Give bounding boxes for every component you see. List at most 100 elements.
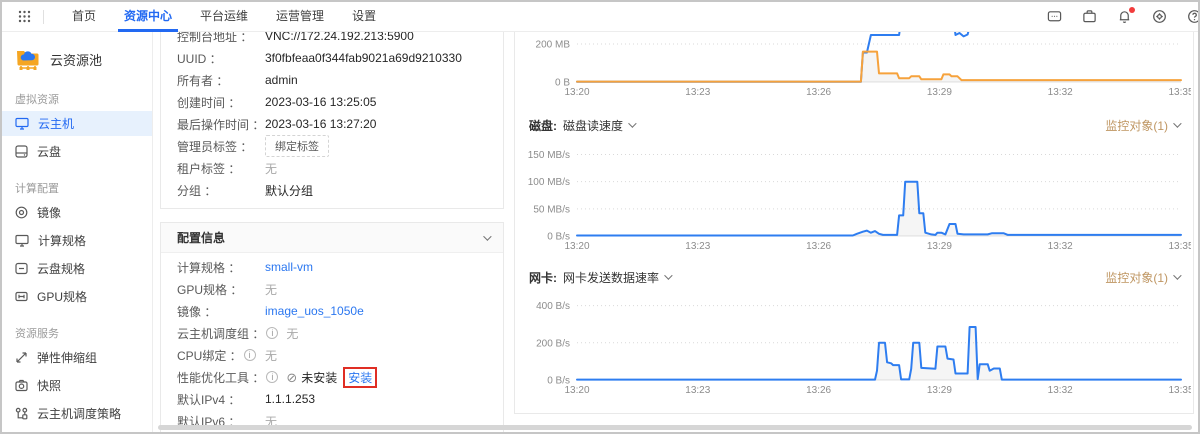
- svg-text:13:26: 13:26: [806, 87, 831, 98]
- uuid-value: 3f0fbfeaa0f344fab9021a69d9210330: [265, 51, 462, 65]
- sidebar-section-virtual-resources: 虚拟资源: [15, 91, 152, 107]
- sidebar-item-disk-spec[interactable]: 云盘规格: [2, 256, 152, 281]
- sidebar-item-snapshot[interactable]: 快照: [2, 373, 152, 398]
- image-link[interactable]: image_uos_1050e: [265, 304, 364, 318]
- config-row-sched-group: 云主机调度组 ：i 无: [161, 322, 503, 344]
- not-installed-icon: ⊘: [286, 371, 297, 384]
- sidebar-item-label: GPU规格: [37, 288, 87, 305]
- install-link[interactable]: 安装: [343, 367, 377, 388]
- monitor-icon: [15, 234, 29, 247]
- sidebar-item-auto-scaling-group[interactable]: 弹性伸缩组: [2, 345, 152, 370]
- sidebar-logo: 云资源池: [2, 32, 152, 75]
- sidebar-title: 云资源池: [50, 50, 102, 69]
- bind-tag-button[interactable]: 绑定标签: [265, 135, 329, 157]
- monitor-objects-label: 监控对象(1): [1105, 269, 1168, 286]
- policy-nodes-icon: [15, 407, 28, 420]
- nic-metric-dropdown[interactable]: 网卡发送数据速率: [563, 269, 670, 286]
- disk-read-speed-chart: 0 B/s50 MB/s100 MB/s150 MB/s13:2013:2313…: [515, 148, 1191, 254]
- nav-item-platform-ops[interactable]: 平台运维: [186, 2, 262, 32]
- sidebar-item-compute-spec[interactable]: 计算规格: [2, 228, 152, 253]
- bell-icon[interactable]: [1116, 9, 1132, 25]
- row-label: CPU绑定 ：: [177, 347, 242, 364]
- svg-text:50 MB/s: 50 MB/s: [533, 204, 570, 215]
- help-icon[interactable]: [1186, 9, 1200, 25]
- detail-row-owner: 所有者 ：admin: [161, 69, 503, 91]
- svg-text:13:32: 13:32: [1048, 385, 1073, 396]
- row-label: 租户标签 ：: [177, 160, 265, 177]
- sidebar-item-gpu-spec[interactable]: GPU规格: [2, 284, 152, 309]
- camera-icon: [15, 379, 28, 392]
- row-label: 镜像 ：: [177, 303, 265, 320]
- config-row-perf-tool: 性能优化工具 ：i ⊘ 未安装 安装: [161, 366, 503, 388]
- row-label: 计算规格 ：: [177, 259, 265, 276]
- info-icon[interactable]: i: [244, 349, 256, 361]
- sidebar-item-label: 云主机调度策略: [37, 405, 121, 422]
- tenant-tag-value: 无: [265, 160, 277, 177]
- detail-row-uuid: UUID ：3f0fbfeaa0f344fab9021a69d9210330: [161, 47, 503, 69]
- sidebar-item-cloud-disk[interactable]: 云盘: [2, 139, 152, 164]
- horizontal-scrollbar[interactable]: [158, 425, 1192, 430]
- sidebar-item-label: 弹性伸缩组: [37, 349, 97, 366]
- chevron-down-icon: [1173, 119, 1181, 127]
- nav-item-operation-mgmt[interactable]: 运营管理: [262, 2, 338, 32]
- config-card-header[interactable]: 配置信息: [161, 223, 503, 253]
- row-label: 默认IPv4 ：: [177, 391, 265, 408]
- svg-text:13:29: 13:29: [927, 241, 952, 252]
- disk-metric-label: 磁盘读速度: [563, 117, 623, 134]
- compute-spec-link[interactable]: small-vm: [265, 260, 313, 274]
- svg-text:400 B/s: 400 B/s: [536, 301, 570, 312]
- svg-text:13:32: 13:32: [1048, 241, 1073, 252]
- svg-text:13:26: 13:26: [806, 385, 831, 396]
- config-row-gpu-spec: GPU规格 ：无: [161, 278, 503, 300]
- monitor-icon: [15, 117, 29, 130]
- briefcase-icon[interactable]: [1081, 9, 1097, 25]
- sidebar-item-label: 云盘: [37, 143, 61, 160]
- group-value: 默认分组: [265, 182, 313, 199]
- memory-traffic-chart: 0 B200 MB13:2013:2313:2613:2913:3213:35: [515, 32, 1191, 100]
- image-icon: [15, 206, 28, 219]
- nav-item-home[interactable]: 首页: [58, 2, 110, 32]
- config-info-card: 配置信息 计算规格 ：small-vm GPU规格 ：无 镜像 ：image_u…: [160, 222, 504, 434]
- nav-item-settings[interactable]: 设置: [338, 2, 390, 32]
- topbar-divider: [43, 10, 44, 24]
- svg-text:150 MB/s: 150 MB/s: [528, 150, 570, 161]
- info-icon[interactable]: i: [266, 371, 278, 383]
- sidebar-item-label: 镜像: [37, 204, 61, 221]
- disk-monitor-objects-dropdown[interactable]: 监控对象(1): [1105, 117, 1179, 134]
- message-icon[interactable]: [1046, 9, 1062, 25]
- sidebar-item-label: 云盘规格: [37, 260, 85, 277]
- config-row-ipv4: 默认IPv4 ：1.1.1.253: [161, 388, 503, 410]
- disk-icon: [15, 145, 28, 158]
- nic-chart-header: 网卡: 网卡发送数据速率 监控对象(1): [529, 268, 1179, 286]
- owner-value: admin: [265, 73, 298, 87]
- svg-text:100 MB/s: 100 MB/s: [528, 177, 570, 188]
- nav-item-resource-center[interactable]: 资源中心: [110, 2, 186, 32]
- cloud-pool-icon: [15, 48, 41, 71]
- svg-text:13:23: 13:23: [685, 241, 710, 252]
- row-label: 管理员标签 ：: [177, 138, 265, 155]
- sched-group-value: 无: [286, 325, 298, 342]
- topbar-icon-group: [1046, 9, 1200, 25]
- sidebar-item-label: 计算规格: [38, 232, 86, 249]
- svg-text:13:23: 13:23: [685, 385, 710, 396]
- info-icon[interactable]: i: [266, 327, 278, 339]
- ipv4-value: 1.1.1.253: [265, 392, 315, 406]
- detail-row-created: 创建时间 ：2023-03-16 13:25:05: [161, 91, 503, 113]
- svg-text:13:20: 13:20: [564, 241, 589, 252]
- sidebar-section-resource-services: 资源服务: [15, 325, 152, 341]
- svg-text:13:32: 13:32: [1048, 87, 1073, 98]
- sidebar-item-image[interactable]: 镜像: [2, 200, 152, 225]
- apps-grid-icon[interactable]: [18, 10, 31, 23]
- row-label: 所有者 ：: [177, 72, 265, 89]
- nic-monitor-objects-dropdown[interactable]: 监控对象(1): [1105, 269, 1179, 286]
- disk-metric-dropdown[interactable]: 磁盘读速度: [563, 117, 634, 134]
- settings-icon[interactable]: [1151, 9, 1167, 25]
- svg-text:13:35: 13:35: [1168, 87, 1191, 98]
- sidebar-item-scheduling-policy[interactable]: 云主机调度策略: [2, 401, 152, 426]
- nic-send-rate-chart: 0 B/s200 B/s400 B/s13:2013:2313:2613:291…: [515, 300, 1191, 398]
- sidebar-item-cloud-host[interactable]: 云主机: [2, 111, 152, 136]
- notification-badge: [1129, 7, 1135, 13]
- nic-category-label: 网卡:: [529, 269, 557, 286]
- svg-text:13:29: 13:29: [927, 87, 952, 98]
- chevron-down-icon[interactable]: [483, 232, 491, 240]
